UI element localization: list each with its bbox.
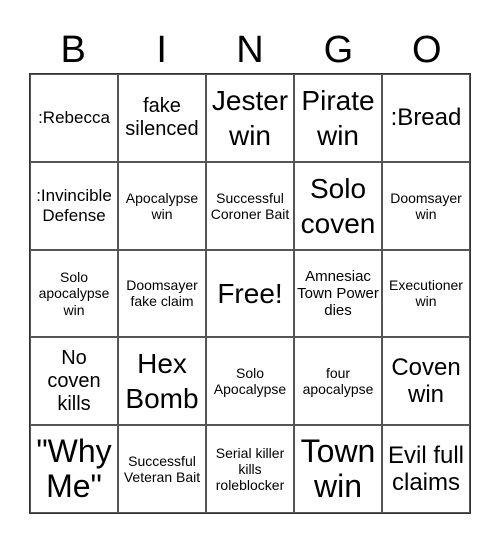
bingo-cell[interactable]: Solo coven xyxy=(294,161,382,250)
bingo-cell[interactable]: Coven win xyxy=(382,337,470,426)
bingo-cell[interactable]: Hex Bomb xyxy=(118,337,206,426)
bingo-cell[interactable]: four apocalypse xyxy=(294,337,382,426)
bingo-cell[interactable]: Solo apocalypse win xyxy=(30,249,118,338)
bingo-cell[interactable]: Town win xyxy=(294,425,382,513)
bingo-cell[interactable]: Apocalypse win xyxy=(118,161,206,250)
bingo-cell[interactable]: Serial killer kills roleblocker xyxy=(206,425,294,513)
bingo-grid: :Rebecca fake silenced Jester win Pirate… xyxy=(29,73,471,514)
header-letter-b: B xyxy=(60,29,86,71)
bingo-cell[interactable]: Executioner win xyxy=(382,249,470,338)
bingo-cell[interactable]: :Bread xyxy=(382,74,470,162)
bingo-cell[interactable]: Doomsayer fake claim xyxy=(118,249,206,338)
header-letter-g: G xyxy=(323,29,354,71)
header-letter-i: I xyxy=(156,29,167,71)
bingo-cell[interactable]: Solo Apocalypse xyxy=(206,337,294,426)
bingo-cell[interactable]: Amnesiac Town Power dies xyxy=(294,249,382,338)
bingo-cell[interactable]: Doomsayer win xyxy=(382,161,470,250)
bingo-cell[interactable]: Pirate win xyxy=(294,74,382,162)
header-letter-n: N xyxy=(236,29,264,71)
bingo-header: B I N G O xyxy=(29,28,471,73)
bingo-cell[interactable]: Evil full claims xyxy=(382,425,470,513)
bingo-cell[interactable]: :Invincible Defense xyxy=(30,161,118,250)
bingo-cell[interactable]: "Why Me" xyxy=(30,425,118,513)
bingo-cell[interactable]: No coven kills xyxy=(30,337,118,426)
header-letter-o: O xyxy=(412,29,442,71)
bingo-cell[interactable]: Jester win xyxy=(206,74,294,162)
bingo-cell[interactable]: :Rebecca xyxy=(30,74,118,162)
bingo-cell[interactable]: Successful Coroner Bait xyxy=(206,161,294,250)
bingo-cell[interactable]: Successful Veteran Bait xyxy=(118,425,206,513)
bingo-cell[interactable]: fake silenced xyxy=(118,74,206,162)
free-space[interactable]: Free! xyxy=(206,249,294,338)
